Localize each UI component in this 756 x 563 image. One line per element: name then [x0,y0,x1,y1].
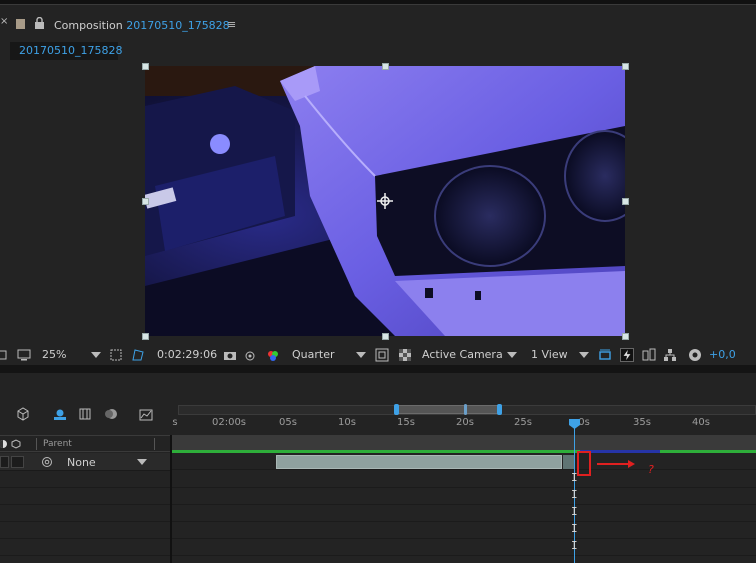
timeline-icon[interactable] [663,348,677,362]
zoom-dropdown-icon[interactable] [91,352,101,358]
work-area-range[interactable] [397,405,499,414]
always-preview-icon[interactable] [0,348,10,362]
viewer-toolbar: 25% 0:02:29:06 Quarter Active Camera 1 V… [0,345,756,365]
monitor-icon[interactable] [17,348,31,362]
track-row [172,471,756,488]
camera-value[interactable]: Active Camera [422,348,503,361]
text-cursor-icon: I [571,522,578,535]
transparency-grid-icon[interactable] [398,348,412,362]
motion-blur-icon[interactable] [104,407,118,421]
3d-draft-icon[interactable] [598,348,612,362]
track-row [172,522,756,539]
exposure-value[interactable]: +0,0 [709,348,736,361]
parent-dropdown-icon[interactable] [137,459,147,465]
text-cursor-icon: I [571,539,578,552]
empty-row [0,522,170,539]
annotation-question-mark: ? [648,463,654,476]
toggle-mask-icon[interactable] [375,348,389,362]
layer-handle-mr[interactable] [622,198,629,205]
track-row [172,539,756,556]
annotation-arrow [597,463,631,465]
lock-switch[interactable] [11,456,24,468]
track-row [172,488,756,505]
frame-blending-icon[interactable] [78,407,92,421]
ruler-label: 20s [456,417,474,428]
panel-header: × Composition 20170510_175828 ≡ [0,10,756,32]
comp-name-link[interactable]: 20170510_175828 [126,19,229,32]
work-area-start-handle[interactable] [394,404,399,415]
region-icon[interactable] [109,348,123,362]
lock-icon[interactable] [34,17,45,29]
annotation-highlight-box [577,451,591,476]
layer-handle-tc[interactable] [382,63,389,70]
resolution-dropdown-icon[interactable] [356,352,366,358]
layer-handle-tl[interactable] [142,63,149,70]
snapshot-icon[interactable] [223,348,237,362]
render-range-bar [172,450,756,453]
column-divider [154,438,155,450]
shy-layers-icon[interactable] [53,407,67,421]
ruler-label: 15s [397,417,415,428]
annotation-arrowhead-icon [628,460,635,468]
layer-handle-tr[interactable] [622,63,629,70]
graph-editor-icon[interactable] [139,407,153,421]
draft-3d-icon[interactable] [16,407,30,421]
ruler-label: 35s [633,417,651,428]
layer-handle-ml[interactable] [142,198,149,205]
ruler-label: 10s [338,417,356,428]
fast-preview-icon[interactable] [620,348,634,362]
layer-handle-bl[interactable] [142,333,149,340]
reset-exposure-icon[interactable] [688,348,702,362]
work-area-mid-marker[interactable] [464,404,467,415]
layer-row-controls[interactable]: None [0,453,170,471]
pick-whip-icon[interactable] [41,456,53,468]
close-tab-button[interactable]: × [0,16,8,27]
show-snapshot-icon[interactable] [243,348,257,362]
layer-column-header: Parent [0,435,170,452]
ruler-label: s [172,417,178,428]
parent-select-value[interactable]: None [67,456,96,469]
ruler-label: 05s [279,417,297,428]
empty-row [0,539,170,556]
column-divider [36,438,37,450]
color-channel-icon[interactable] [266,348,280,362]
time-ruler[interactable]: s 02:00s 05s 10s 15s 20s 25s 0s 35s 40s [172,417,756,433]
empty-row [0,488,170,505]
parent-column-header[interactable]: Parent [43,439,72,449]
resolution-value[interactable]: Quarter [292,348,335,361]
panel-separator [0,365,756,373]
view-layout-dropdown-icon[interactable] [579,352,589,358]
current-timecode[interactable]: 0:02:29:06 [157,348,217,361]
camera-dropdown-icon[interactable] [507,352,517,358]
comp-tab[interactable]: 20170510_175828 [10,42,122,60]
track-row [172,505,756,522]
lock-column-icon[interactable] [11,439,21,449]
label-color-swatch[interactable] [16,19,25,29]
cached-range-bar [580,450,660,453]
timeline-panel: s 02:00s 05s 10s 15s 20s 25s 0s 35s 40s … [0,373,756,563]
ruler-label: 40s [692,417,710,428]
empty-row [0,505,170,522]
text-cursor-icon: I [571,488,578,501]
zoom-value[interactable]: 25% [42,348,66,361]
view-layout-value[interactable]: 1 View [531,348,568,361]
composition-viewer[interactable] [145,66,625,336]
solo-icon[interactable] [0,439,8,449]
layer-handle-bc[interactable] [382,333,389,340]
flowchart-icon[interactable] [642,348,656,362]
panel-menu-icon[interactable]: ≡ [227,18,236,31]
text-cursor-icon: I [571,505,578,518]
solo-switch[interactable] [0,456,9,468]
viewer-frame-image [145,66,625,336]
panel-title-prefix: Composition [54,19,123,32]
empty-row [0,471,170,488]
mask-visibility-icon[interactable] [131,348,145,362]
work-area-end-handle[interactable] [497,404,502,415]
layer-handle-br[interactable] [622,333,629,340]
ruler-label: 02:00s [211,417,247,428]
panel-title: Composition 20170510_175828 [54,19,230,32]
layer-duration-bar[interactable] [276,455,562,469]
ruler-label: 25s [514,417,532,428]
